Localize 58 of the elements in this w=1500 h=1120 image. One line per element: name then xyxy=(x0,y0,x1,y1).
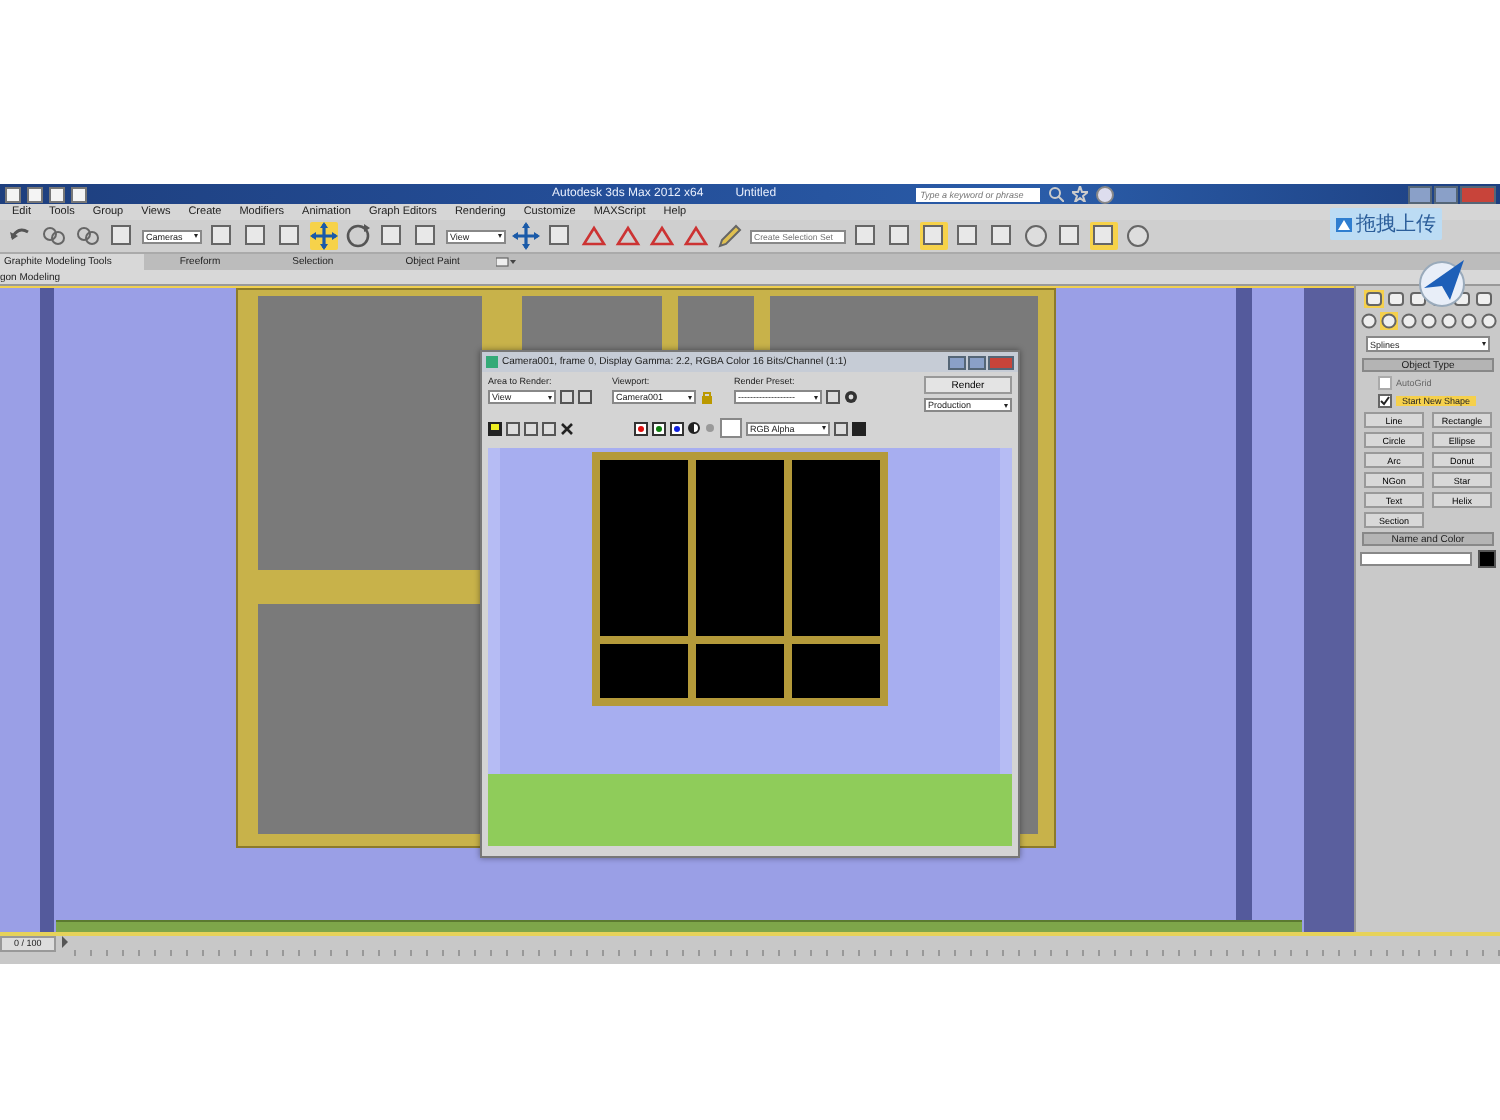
circle-icon[interactable] xyxy=(1359,312,1377,330)
minimize-button[interactable] xyxy=(1408,185,1432,203)
rotate-icon[interactable] xyxy=(344,222,372,250)
next-arrow-icon[interactable] xyxy=(59,936,70,948)
search-icon[interactable] xyxy=(1048,186,1065,202)
help-icon[interactable] xyxy=(1096,185,1115,203)
move-arrows-icon[interactable] xyxy=(310,222,338,250)
circle-icon[interactable] xyxy=(1399,312,1417,330)
checkmark-icon xyxy=(1380,396,1390,406)
circle-icon[interactable] xyxy=(1124,222,1152,250)
name-field[interactable] xyxy=(1360,552,1472,566)
maximize-button[interactable] xyxy=(1434,185,1458,203)
square-icon[interactable] xyxy=(920,222,948,250)
square-icon[interactable] xyxy=(1056,222,1084,250)
color-swatch[interactable] xyxy=(1478,550,1496,568)
circle-icon[interactable] xyxy=(1419,312,1437,330)
circle-icon[interactable] xyxy=(1439,312,1457,330)
square-icon[interactable] xyxy=(108,222,136,250)
square-icon[interactable] xyxy=(242,222,270,250)
square-icon[interactable] xyxy=(834,421,848,435)
square-icon[interactable] xyxy=(826,390,840,404)
square-icon[interactable] xyxy=(988,222,1016,250)
star-icon[interactable] xyxy=(1072,186,1089,202)
circle-icon[interactable] xyxy=(1379,312,1397,330)
maximize-button[interactable] xyxy=(968,355,986,369)
circle-icon[interactable] xyxy=(1479,312,1497,330)
half-circle-icon[interactable] xyxy=(688,422,700,434)
circle-icon[interactable] xyxy=(1022,222,1050,250)
dot-icon[interactable] xyxy=(704,422,716,434)
square-icon[interactable] xyxy=(412,222,440,250)
clear-x-icon[interactable] xyxy=(560,421,574,435)
square-icon[interactable] xyxy=(378,222,406,250)
square-icon[interactable] xyxy=(886,222,914,250)
square-icon[interactable] xyxy=(276,222,304,250)
circle-icon[interactable] xyxy=(1459,312,1477,330)
bird-logo-icon xyxy=(1414,256,1470,308)
move-arrows-icon[interactable] xyxy=(512,222,540,250)
channel-toggle[interactable] xyxy=(670,421,684,435)
close-button[interactable] xyxy=(988,355,1014,369)
color-swatch[interactable] xyxy=(720,418,742,438)
minimize-button[interactable] xyxy=(948,355,966,369)
channel-toggle[interactable] xyxy=(634,421,648,435)
channel-toggle[interactable] xyxy=(652,421,666,435)
upload-badge[interactable]: 拖拽上传 xyxy=(1330,208,1442,240)
chain-link-icon[interactable] xyxy=(40,222,68,250)
square-icon[interactable] xyxy=(208,222,236,250)
floppy-disk-icon[interactable] xyxy=(488,421,502,435)
gear-icon[interactable] xyxy=(844,390,858,404)
square-icon[interactable] xyxy=(578,390,592,404)
checkbox[interactable] xyxy=(1378,394,1392,408)
ribbon-options-icon[interactable] xyxy=(495,256,516,268)
square-icon[interactable] xyxy=(852,222,880,250)
display-mode-icon[interactable] xyxy=(852,421,866,435)
square-icon[interactable] xyxy=(1090,222,1118,250)
square-icon[interactable] xyxy=(560,390,574,404)
chain-link-icon[interactable] xyxy=(74,222,102,250)
square-icon[interactable] xyxy=(546,222,574,250)
square-icon[interactable] xyxy=(954,222,982,250)
